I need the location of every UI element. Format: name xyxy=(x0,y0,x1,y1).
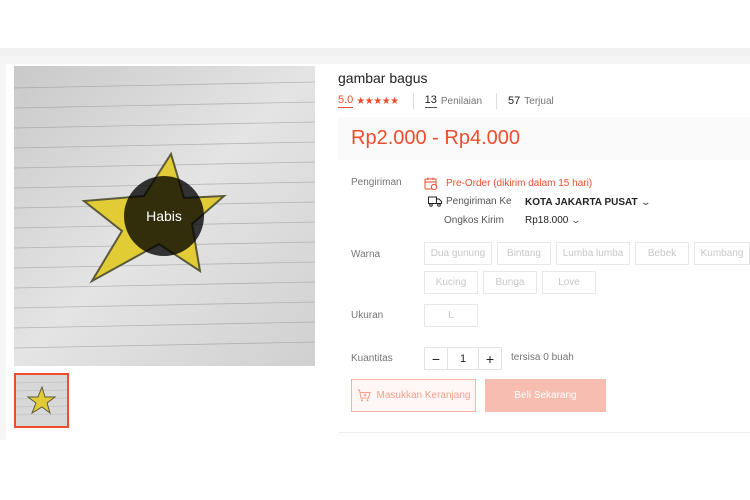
shipping-label: Pengiriman xyxy=(351,177,402,188)
add-to-cart-label: Masukkan Keranjang xyxy=(376,390,471,401)
variant-option[interactable]: Bebek xyxy=(635,242,689,265)
reviews-count[interactable]: 13 xyxy=(424,94,437,108)
product-main-image[interactable]: Habis xyxy=(14,66,315,366)
ship-to-label: Pengiriman Ke xyxy=(446,196,512,207)
ship-cost-dropdown[interactable]: Rp18.000 ⌄ xyxy=(525,215,582,226)
rating-value[interactable]: 5.0 xyxy=(338,94,354,108)
divider xyxy=(496,93,498,109)
quantity-label: Kuantitas xyxy=(351,353,393,364)
reviews-label: Penilaian xyxy=(440,95,483,107)
divider xyxy=(412,93,414,109)
buy-now-button[interactable]: Beli Sekarang xyxy=(485,379,606,412)
rating-stars-icon: ★★★★★ xyxy=(356,95,399,107)
variant-option[interactable]: Lumba lumba xyxy=(556,242,630,265)
ship-cost-value: Rp18.000 xyxy=(525,215,569,226)
preorder-text: Pre-Order (dikirim dalam 15 hari) xyxy=(446,178,593,189)
product-thumbnail[interactable] xyxy=(14,373,69,428)
sold-label: Terjual xyxy=(524,95,554,107)
rating-row: 5.0 ★★★★★ 13 Penilaian 57 Terjual xyxy=(338,93,554,109)
section-divider xyxy=(338,432,750,433)
sold-count: 57 xyxy=(508,94,521,107)
product-title: gambar bagus xyxy=(338,70,428,86)
truck-icon xyxy=(428,196,442,207)
calendar-icon xyxy=(424,177,438,190)
product-price: Rp2.000 - Rp4.000 xyxy=(351,127,521,149)
ship-cost-label: Ongkos Kirim xyxy=(444,215,505,226)
shipping-destination: Pengiriman Ke xyxy=(428,196,512,207)
size-label: Ukuran xyxy=(351,310,384,321)
preorder-info: Pre-Order (dikirim dalam 15 hari) xyxy=(424,177,592,190)
ship-to-dropdown[interactable]: KOTA JAKARTA PUSAT ⌄ xyxy=(525,197,651,208)
decrease-button[interactable]: − xyxy=(425,348,447,369)
ship-to-value: KOTA JAKARTA PUSAT xyxy=(525,197,638,208)
size-option[interactable]: L xyxy=(424,304,478,327)
chevron-down-icon: ⌄ xyxy=(640,197,651,207)
variant-option[interactable]: Bintang xyxy=(497,242,551,265)
color-label: Warna xyxy=(351,249,381,260)
quantity-input[interactable]: 1 xyxy=(447,348,479,369)
variant-option[interactable]: Kucing xyxy=(424,271,478,294)
increase-button[interactable]: + xyxy=(479,348,501,369)
price-box: Rp2.000 - Rp4.000 xyxy=(338,117,750,160)
quantity-stepper: − 1 + xyxy=(424,347,502,370)
variant-option[interactable]: Love xyxy=(542,271,596,294)
variant-option[interactable]: Dua gunung xyxy=(424,242,492,265)
sold-out-badge: Habis xyxy=(124,176,204,256)
chevron-down-icon: ⌄ xyxy=(570,215,582,225)
variant-option[interactable]: Bunga xyxy=(483,271,537,294)
top-header-bar xyxy=(0,0,750,48)
thumbnail-star-image xyxy=(16,375,67,426)
cart-plus-icon xyxy=(357,389,371,402)
variant-option[interactable]: Kumbang xyxy=(694,242,750,265)
stock-info: tersisa 0 buah xyxy=(511,352,574,363)
add-to-cart-button[interactable]: Masukkan Keranjang xyxy=(351,379,476,412)
header-divider xyxy=(0,48,750,56)
